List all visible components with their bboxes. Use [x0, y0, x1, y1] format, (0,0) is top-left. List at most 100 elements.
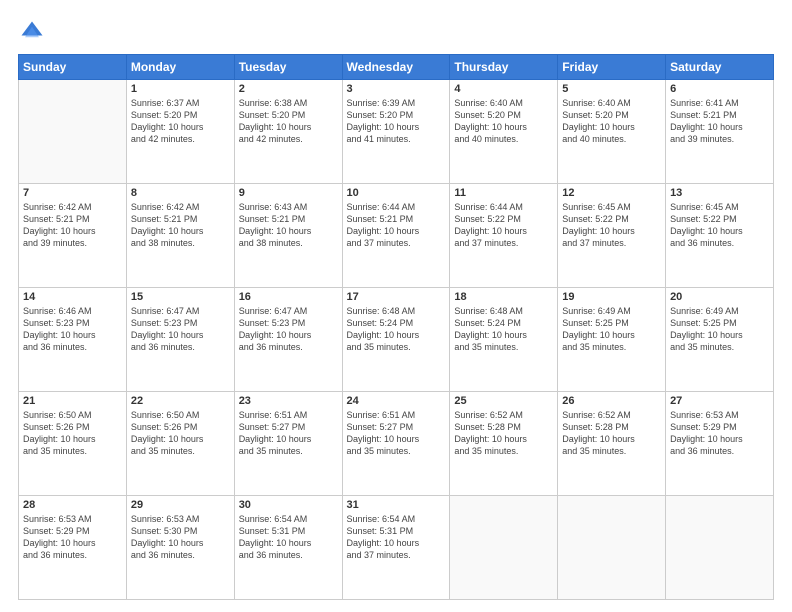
calendar-cell: 13Sunrise: 6:45 AM Sunset: 5:22 PM Dayli… — [666, 184, 774, 288]
calendar-cell: 12Sunrise: 6:45 AM Sunset: 5:22 PM Dayli… — [558, 184, 666, 288]
calendar-cell: 26 Sunrise: 6:52 AM Sunset: 5:28 PM Dayli… — [558, 392, 666, 496]
day-number: 18 — [454, 291, 553, 303]
calendar-cell: 7 Sunrise: 6:42 AM Sunset: 5:21 PM Daylig… — [19, 184, 127, 288]
calendar-cell: 31 Sunrise: 6:54 AM Sunset: 5:31 PM Dayli… — [342, 496, 450, 600]
calendar-cell: 23 Sunrise: 6:51 AM Sunset: 5:27 PM Dayli… — [234, 392, 342, 496]
logo-icon — [18, 18, 46, 46]
day-info: Sunrise: 6:54 AM Sunset: 5:31 PM Dayligh… — [347, 513, 446, 562]
calendar-cell: 24Sunrise: 6:51 AM Sunset: 5:27 PM Dayli… — [342, 392, 450, 496]
calendar-cell: 14 Sunrise: 6:46 AM Sunset: 5:23 PM Dayli… — [19, 288, 127, 392]
day-info: Sunrise: 6:39 AM Sunset: 5:20 PM Dayligh… — [347, 97, 446, 146]
calendar-cell: 2 Sunrise: 6:38 AM Sunset: 5:20 PM Daylig… — [234, 80, 342, 184]
calendar-cell: 20 Sunrise: 6:49 AM Sunset: 5:25 PM Dayli… — [666, 288, 774, 392]
day-number: 25 — [454, 395, 553, 407]
calendar-header-sunday: Sunday — [19, 55, 127, 80]
day-info: Sunrise: 6:43 AM Sunset: 5:21 PM Dayligh… — [239, 201, 338, 250]
day-info: Sunrise: 6:53 AM Sunset: 5:29 PM Dayligh… — [23, 513, 122, 562]
calendar-cell — [666, 496, 774, 600]
day-number: 28 — [23, 499, 122, 511]
day-info: Sunrise: 6:54 AM Sunset: 5:31 PM Dayligh… — [239, 513, 338, 562]
day-number: 31 — [347, 499, 446, 511]
day-info: Sunrise: 6:37 AM Sunset: 5:20 PM Dayligh… — [131, 97, 230, 146]
calendar-cell: 28 Sunrise: 6:53 AM Sunset: 5:29 PM Dayli… — [19, 496, 127, 600]
calendar-cell — [558, 496, 666, 600]
day-number: 17 — [347, 291, 446, 303]
day-number: 23 — [239, 395, 338, 407]
calendar-cell: 22Sunrise: 6:50 AM Sunset: 5:26 PM Dayli… — [126, 392, 234, 496]
calendar-cell: 1 Sunrise: 6:37 AM Sunset: 5:20 PM Daylig… — [126, 80, 234, 184]
day-info: Sunrise: 6:51 AM Sunset: 5:27 PM Dayligh… — [239, 409, 338, 458]
calendar-cell: 9 Sunrise: 6:43 AM Sunset: 5:21 PM Daylig… — [234, 184, 342, 288]
day-info: Sunrise: 6:42 AM Sunset: 5:21 PM Dayligh… — [23, 201, 122, 250]
calendar-week-row: 1 Sunrise: 6:37 AM Sunset: 5:20 PM Daylig… — [19, 80, 774, 184]
day-info: Sunrise: 6:44 AM Sunset: 5:21 PM Dayligh… — [347, 201, 446, 250]
day-info: Sunrise: 6:40 AM Sunset: 5:20 PM Dayligh… — [454, 97, 553, 146]
day-number: 29 — [131, 499, 230, 511]
day-info: Sunrise: 6:53 AM Sunset: 5:30 PM Dayligh… — [131, 513, 230, 562]
calendar-week-row: 21Sunrise: 6:50 AM Sunset: 5:26 PM Dayli… — [19, 392, 774, 496]
day-number: 11 — [454, 187, 553, 199]
day-info: Sunrise: 6:46 AM Sunset: 5:23 PM Dayligh… — [23, 305, 122, 354]
day-number: 7 — [23, 187, 122, 199]
day-info: Sunrise: 6:52 AM Sunset: 5:28 PM Dayligh… — [454, 409, 553, 458]
day-info: Sunrise: 6:41 AM Sunset: 5:21 PM Dayligh… — [670, 97, 769, 146]
header — [18, 18, 774, 46]
calendar-cell: 17 Sunrise: 6:48 AM Sunset: 5:24 PM Dayli… — [342, 288, 450, 392]
calendar-cell: 18 Sunrise: 6:48 AM Sunset: 5:24 PM Dayli… — [450, 288, 558, 392]
day-info: Sunrise: 6:42 AM Sunset: 5:21 PM Dayligh… — [131, 201, 230, 250]
calendar-cell: 21Sunrise: 6:50 AM Sunset: 5:26 PM Dayli… — [19, 392, 127, 496]
day-info: Sunrise: 6:49 AM Sunset: 5:25 PM Dayligh… — [670, 305, 769, 354]
day-number: 26 — [562, 395, 661, 407]
calendar-cell — [450, 496, 558, 600]
day-info: Sunrise: 6:52 AM Sunset: 5:28 PM Dayligh… — [562, 409, 661, 458]
day-number: 27 — [670, 395, 769, 407]
day-info: Sunrise: 6:38 AM Sunset: 5:20 PM Dayligh… — [239, 97, 338, 146]
day-number: 3 — [347, 83, 446, 95]
day-number: 21 — [23, 395, 122, 407]
day-info: Sunrise: 6:44 AM Sunset: 5:22 PM Dayligh… — [454, 201, 553, 250]
day-number: 8 — [131, 187, 230, 199]
day-info: Sunrise: 6:47 AM Sunset: 5:23 PM Dayligh… — [239, 305, 338, 354]
day-number: 20 — [670, 291, 769, 303]
calendar-cell: 19Sunrise: 6:49 AM Sunset: 5:25 PM Dayli… — [558, 288, 666, 392]
day-number: 30 — [239, 499, 338, 511]
day-info: Sunrise: 6:51 AM Sunset: 5:27 PM Dayligh… — [347, 409, 446, 458]
day-number: 1 — [131, 83, 230, 95]
day-number: 16 — [239, 291, 338, 303]
calendar-header-saturday: Saturday — [666, 55, 774, 80]
calendar-cell: 30 Sunrise: 6:54 AM Sunset: 5:31 PM Dayli… — [234, 496, 342, 600]
day-number: 4 — [454, 83, 553, 95]
calendar-cell: 8 Sunrise: 6:42 AM Sunset: 5:21 PM Daylig… — [126, 184, 234, 288]
day-number: 15 — [131, 291, 230, 303]
page: SundayMondayTuesdayWednesdayThursdayFrid… — [0, 0, 792, 612]
calendar-week-row: 7 Sunrise: 6:42 AM Sunset: 5:21 PM Daylig… — [19, 184, 774, 288]
calendar-cell: 16 Sunrise: 6:47 AM Sunset: 5:23 PM Dayli… — [234, 288, 342, 392]
day-number: 10 — [347, 187, 446, 199]
logo — [18, 18, 50, 46]
day-number: 14 — [23, 291, 122, 303]
calendar-header-monday: Monday — [126, 55, 234, 80]
day-number: 5 — [562, 83, 661, 95]
calendar-week-row: 14 Sunrise: 6:46 AM Sunset: 5:23 PM Dayli… — [19, 288, 774, 392]
calendar-cell: 4 Sunrise: 6:40 AM Sunset: 5:20 PM Daylig… — [450, 80, 558, 184]
calendar-cell: 10 Sunrise: 6:44 AM Sunset: 5:21 PM Dayli… — [342, 184, 450, 288]
calendar-header-wednesday: Wednesday — [342, 55, 450, 80]
calendar-cell: 6 Sunrise: 6:41 AM Sunset: 5:21 PM Daylig… — [666, 80, 774, 184]
calendar-header-thursday: Thursday — [450, 55, 558, 80]
calendar-cell: 3 Sunrise: 6:39 AM Sunset: 5:20 PM Daylig… — [342, 80, 450, 184]
day-info: Sunrise: 6:45 AM Sunset: 5:22 PM Dayligh… — [562, 201, 661, 250]
day-info: Sunrise: 6:48 AM Sunset: 5:24 PM Dayligh… — [347, 305, 446, 354]
day-info: Sunrise: 6:48 AM Sunset: 5:24 PM Dayligh… — [454, 305, 553, 354]
day-info: Sunrise: 6:53 AM Sunset: 5:29 PM Dayligh… — [670, 409, 769, 458]
calendar-header-tuesday: Tuesday — [234, 55, 342, 80]
calendar-cell — [19, 80, 127, 184]
day-info: Sunrise: 6:47 AM Sunset: 5:23 PM Dayligh… — [131, 305, 230, 354]
calendar-cell: 27 Sunrise: 6:53 AM Sunset: 5:29 PM Dayli… — [666, 392, 774, 496]
day-number: 9 — [239, 187, 338, 199]
day-number: 13 — [670, 187, 769, 199]
day-number: 6 — [670, 83, 769, 95]
day-number: 2 — [239, 83, 338, 95]
calendar-cell: 15 Sunrise: 6:47 AM Sunset: 5:23 PM Dayli… — [126, 288, 234, 392]
calendar-header-friday: Friday — [558, 55, 666, 80]
day-info: Sunrise: 6:40 AM Sunset: 5:20 PM Dayligh… — [562, 97, 661, 146]
